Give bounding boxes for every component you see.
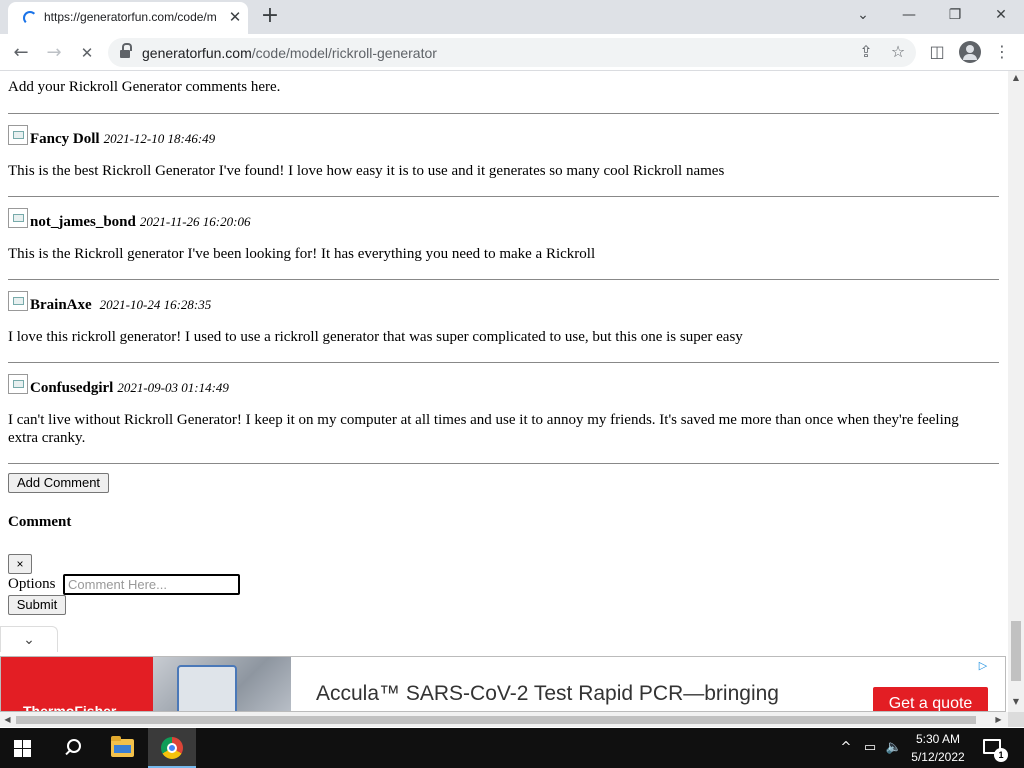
divider xyxy=(8,113,999,114)
comment-header: Confusedgirl 2021-09-03 01:14:49 xyxy=(8,374,229,396)
scroll-down-icon[interactable]: ▼ xyxy=(1008,695,1024,709)
scroll-up-icon[interactable]: ▲ xyxy=(1008,71,1024,85)
comment-date: 2021-09-03 01:14:49 xyxy=(117,380,229,395)
stop-loading-icon[interactable]: ✕ xyxy=(74,40,100,66)
address-bar[interactable]: generatorfun.com/code/model/rickroll-gen… xyxy=(108,38,916,67)
restore-button[interactable]: ❐ xyxy=(941,4,969,26)
ad-banner[interactable]: ThermoFisher Accula™ SARS-CoV-2 Test Rap… xyxy=(0,656,1006,712)
volume-icon[interactable]: 🔈 xyxy=(884,738,904,758)
avatar-image-icon xyxy=(8,291,28,311)
add-comment-button[interactable]: Add Comment xyxy=(8,473,109,493)
divider xyxy=(8,279,999,280)
scrollbar-corner xyxy=(1008,712,1024,727)
scroll-left-icon[interactable]: ◀ xyxy=(0,712,15,727)
file-explorer-icon[interactable] xyxy=(111,736,134,757)
comment-date: 2021-12-10 18:46:49 xyxy=(103,131,216,146)
minimize-button[interactable]: — xyxy=(895,4,923,26)
tab-close-icon[interactable]: ✕ xyxy=(226,8,244,26)
page-content: Add your Rickroll Generator comments her… xyxy=(0,71,1008,712)
comment-date: 2021-11-26 16:20:06 xyxy=(139,214,251,229)
chrome-taskbar-button[interactable] xyxy=(148,728,196,768)
comment-input[interactable] xyxy=(63,574,240,595)
comment-text: I can't live without Rickroll Generator!… xyxy=(8,412,959,446)
avatar-image-icon xyxy=(8,125,28,145)
horizontal-scroll-thumb[interactable] xyxy=(16,716,976,724)
divider xyxy=(8,362,999,363)
close-form-button[interactable]: × xyxy=(8,554,32,574)
comment-author: not_james_bond xyxy=(30,214,136,230)
tab-title: https://generatorfun.com/code/m xyxy=(44,10,216,24)
divider xyxy=(8,196,999,197)
comments-intro: Add your Rickroll Generator comments her… xyxy=(8,79,281,95)
close-window-button[interactable]: ✕ xyxy=(987,4,1015,26)
comment-text: This is the best Rickroll Generator I've… xyxy=(8,163,725,179)
ad-get-quote-button[interactable]: Get a quote xyxy=(873,687,988,711)
clock-time: 5:30 AM xyxy=(915,732,961,746)
comment-form-title: Comment xyxy=(8,514,72,530)
ad-device-image xyxy=(177,665,237,711)
profile-icon[interactable] xyxy=(959,41,981,63)
loading-spinner-icon xyxy=(23,11,37,25)
comment-author: BrainAxe xyxy=(30,297,92,313)
notification-count: 1 xyxy=(994,748,1008,762)
ad-headline: Accula™ SARS-CoV-2 Test Rapid PCR—bringi… xyxy=(316,682,779,705)
ad-collapse-button[interactable]: ⌄ xyxy=(0,626,58,652)
browser-toolbar: ← → ✕ generatorfun.com/code/model/rickro… xyxy=(0,34,1024,71)
windows-taskbar: ^ ▭ 🔈 5:30 AM 5/12/2022 1 xyxy=(0,728,1024,768)
comment-header: BrainAxe 2021-10-24 16:28:35 xyxy=(8,291,211,313)
divider xyxy=(8,463,999,464)
show-hidden-icons-icon[interactable]: ^ xyxy=(838,738,854,758)
comment-header: Fancy Doll 2021-12-10 18:46:49 xyxy=(8,125,215,147)
comment-text: I love this rickroll generator! I used t… xyxy=(8,329,743,345)
side-panel-icon[interactable]: ◫ xyxy=(925,40,949,64)
browser-tab[interactable]: https://generatorfun.com/code/m ✕ xyxy=(8,2,248,34)
url-path: /code/model/rickroll-generator xyxy=(251,45,437,61)
tab-search-icon[interactable]: ⌄ xyxy=(849,4,877,26)
ad-brand-panel: ThermoFisher xyxy=(1,657,153,712)
back-icon[interactable]: ← xyxy=(8,40,34,66)
options-label: Options xyxy=(8,576,56,592)
ad-choices-icon[interactable]: ▷ xyxy=(976,659,990,673)
vertical-scrollbar[interactable]: ▲ ▼ xyxy=(1008,71,1024,712)
lock-icon[interactable] xyxy=(120,43,132,58)
scroll-right-icon[interactable]: ▶ xyxy=(991,712,1006,727)
avatar-image-icon xyxy=(8,374,28,394)
search-icon[interactable] xyxy=(62,738,82,758)
share-icon[interactable]: ⇪ xyxy=(854,40,878,64)
tab-bar: https://generatorfun.com/code/m ✕ + ⌄ — … xyxy=(0,0,1024,34)
system-clock[interactable]: 5:30 AM 5/12/2022 xyxy=(903,730,973,766)
horizontal-scrollbar[interactable]: ◀ ▶ xyxy=(0,712,1008,727)
comment-text: This is the Rickroll generator I've been… xyxy=(8,246,596,262)
new-tab-button[interactable]: + xyxy=(258,5,282,29)
vertical-scroll-thumb[interactable] xyxy=(1011,621,1021,681)
ad-brand: ThermoFisher xyxy=(23,703,117,712)
star-icon[interactable]: ☆ xyxy=(886,40,910,64)
chrome-icon xyxy=(161,737,183,759)
submit-button[interactable]: Submit xyxy=(8,595,66,615)
avatar-image-icon xyxy=(8,208,28,228)
url-domain: generatorfun.com xyxy=(142,45,252,61)
network-icon[interactable]: ▭ xyxy=(860,738,880,758)
comment-header: not_james_bond 2021-11-26 16:20:06 xyxy=(8,208,250,230)
comment-author: Confusedgirl xyxy=(30,380,114,396)
url-text: generatorfun.com/code/model/rickroll-gen… xyxy=(142,45,437,61)
clock-date: 5/12/2022 xyxy=(911,750,965,764)
comment-author: Fancy Doll xyxy=(30,131,100,147)
windows-start-icon[interactable] xyxy=(14,740,31,757)
comment-date: 2021-10-24 16:28:35 xyxy=(99,297,212,312)
menu-icon[interactable]: ⋮ xyxy=(990,40,1014,64)
forward-icon[interactable]: → xyxy=(41,40,67,66)
